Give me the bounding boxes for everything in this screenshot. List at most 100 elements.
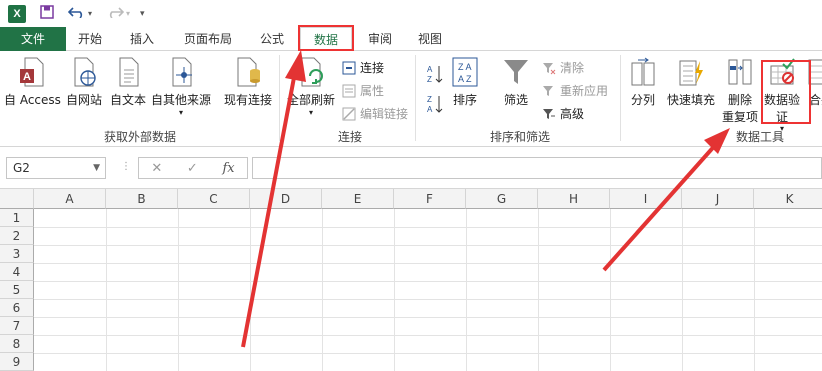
tab-formulas[interactable]: 公式: [252, 27, 292, 51]
column-header[interactable]: D: [250, 189, 322, 209]
sort-descending-button[interactable]: ZA: [426, 93, 444, 115]
from-access-button[interactable]: A 自 Access: [4, 57, 61, 108]
flash-fill-button[interactable]: 快速填充: [667, 57, 715, 108]
chevron-down-icon[interactable]: ▾: [88, 9, 92, 18]
column-header[interactable]: E: [322, 189, 394, 209]
formula-input[interactable]: [252, 157, 822, 179]
tab-page-layout[interactable]: 页面布局: [176, 27, 240, 51]
text-to-columns-icon: [631, 57, 655, 86]
tab-insert[interactable]: 插入: [122, 27, 162, 51]
customize-qat-icon[interactable]: ▾: [140, 9, 145, 19]
row-header[interactable]: 7: [0, 317, 34, 335]
row-header[interactable]: 6: [0, 299, 34, 317]
row-header[interactable]: 2: [0, 227, 34, 245]
row-header[interactable]: 3: [0, 245, 34, 263]
reapply-label: 重新应用: [560, 84, 609, 98]
formula-buttons: ✕ ✓ fx: [138, 157, 248, 179]
refresh-all-label: 全部刷新: [287, 93, 336, 107]
column-header[interactable]: K: [754, 189, 822, 209]
tab-view[interactable]: 视图: [410, 27, 450, 51]
grid-line: [394, 209, 395, 371]
from-text-label: 自文本: [110, 93, 147, 107]
column-header[interactable]: I: [610, 189, 682, 209]
remove-duplicates-icon: [728, 59, 752, 85]
group-separator: [415, 55, 416, 141]
filter-button[interactable]: 筛选: [503, 57, 529, 108]
data-validation-button[interactable]: 数据验 证 ▾: [764, 57, 800, 133]
cancel-icon[interactable]: ✕: [151, 161, 162, 176]
consolidate-button[interactable]: 合并: [808, 57, 822, 108]
filter-label: 筛选: [503, 93, 528, 107]
column-header[interactable]: C: [178, 189, 250, 209]
flash-fill-icon: [679, 60, 703, 86]
column-header[interactable]: B: [106, 189, 178, 209]
save-icon[interactable]: [40, 4, 54, 23]
properties-label: 属性: [360, 84, 385, 98]
svg-text:A Z: A Z: [458, 74, 472, 84]
group-label-connections: 连接: [338, 130, 363, 144]
sort-ascending-icon: AZ: [427, 65, 443, 84]
column-header[interactable]: F: [394, 189, 466, 209]
svg-text:A: A: [427, 65, 433, 74]
access-icon: A: [20, 57, 44, 87]
name-box[interactable]: G2 ▼: [6, 157, 106, 179]
clear-filter-icon: [543, 62, 556, 74]
spreadsheet-grid[interactable]: A B C D E F G H I J K 1 2 3 4 5 6 7 8 9: [0, 189, 822, 371]
from-text-button[interactable]: 自文本: [110, 57, 146, 108]
row-header[interactable]: 4: [0, 263, 34, 281]
refresh-all-button[interactable]: 全部刷新 ▾: [287, 57, 335, 117]
from-web-button[interactable]: 自网站: [66, 57, 102, 108]
group-separator: [620, 55, 621, 141]
remove-duplicates-button[interactable]: 删除 重复项: [722, 57, 758, 125]
grid-line: [322, 209, 323, 371]
tab-file[interactable]: 文件: [0, 27, 66, 51]
row-header[interactable]: 1: [0, 209, 34, 227]
consolidate-icon: [808, 59, 822, 85]
column-header[interactable]: G: [466, 189, 538, 209]
tab-home[interactable]: 开始: [70, 27, 110, 51]
text-to-columns-button[interactable]: 分列: [630, 57, 656, 108]
row-header[interactable]: 5: [0, 281, 34, 299]
select-all-corner[interactable]: [0, 189, 34, 209]
row-header[interactable]: 9: [0, 353, 34, 371]
advanced-button[interactable]: 高级: [542, 105, 584, 122]
tab-review[interactable]: 审阅: [360, 27, 400, 51]
group-label-sort-filter: 排序和筛选: [490, 130, 551, 144]
remove-duplicates-label-line1: 删除: [728, 93, 753, 107]
filter-funnel-icon: [504, 60, 528, 84]
undo-icon[interactable]: [67, 6, 86, 22]
column-header[interactable]: H: [538, 189, 610, 209]
grid-line: [34, 245, 822, 246]
sort-button[interactable]: Z A A Z 排序: [452, 57, 478, 108]
from-other-sources-button[interactable]: 自其他来源 ▾: [151, 57, 211, 117]
from-access-label: 自 Access: [4, 93, 61, 107]
name-box-value: G2: [13, 161, 30, 175]
advanced-label: 高级: [560, 107, 585, 121]
existing-connections-button[interactable]: 现有连接: [224, 57, 272, 108]
row-header[interactable]: 8: [0, 335, 34, 353]
connections-icon: [342, 61, 356, 74]
grid-line: [106, 209, 107, 371]
chevron-down-icon: ▾: [309, 108, 314, 117]
formula-bar-grip-icon[interactable]: ⋮: [121, 161, 131, 172]
connections-button[interactable]: 连接: [342, 59, 384, 76]
svg-text:A: A: [23, 71, 31, 83]
column-header[interactable]: A: [34, 189, 106, 209]
grid-line: [466, 209, 467, 371]
edit-links-button: 编辑链接: [342, 105, 408, 122]
chevron-down-icon[interactable]: ▼: [93, 158, 100, 178]
web-icon: [74, 57, 96, 87]
tab-data[interactable]: 数据: [300, 27, 352, 52]
enter-check-icon[interactable]: ✓: [187, 161, 198, 176]
insert-function-icon[interactable]: fx: [222, 161, 234, 176]
ribbon-data: A 自 Access 自网站 自文本 自其他来源 ▾ 现有连接 获取外部数据 全…: [0, 51, 822, 147]
quick-access-toolbar: X ▾ ▾ ▾: [0, 0, 822, 27]
column-header[interactable]: J: [682, 189, 754, 209]
remove-duplicates-label-line2: 重复项: [722, 110, 759, 124]
advanced-filter-icon: [543, 108, 555, 119]
other-sources-icon: [172, 57, 192, 87]
group-label-data-tools: 数据工具: [736, 130, 785, 144]
clear-label: 清除: [560, 61, 585, 75]
sort-ascending-button[interactable]: AZ: [426, 63, 444, 85]
grid-line: [34, 317, 822, 318]
